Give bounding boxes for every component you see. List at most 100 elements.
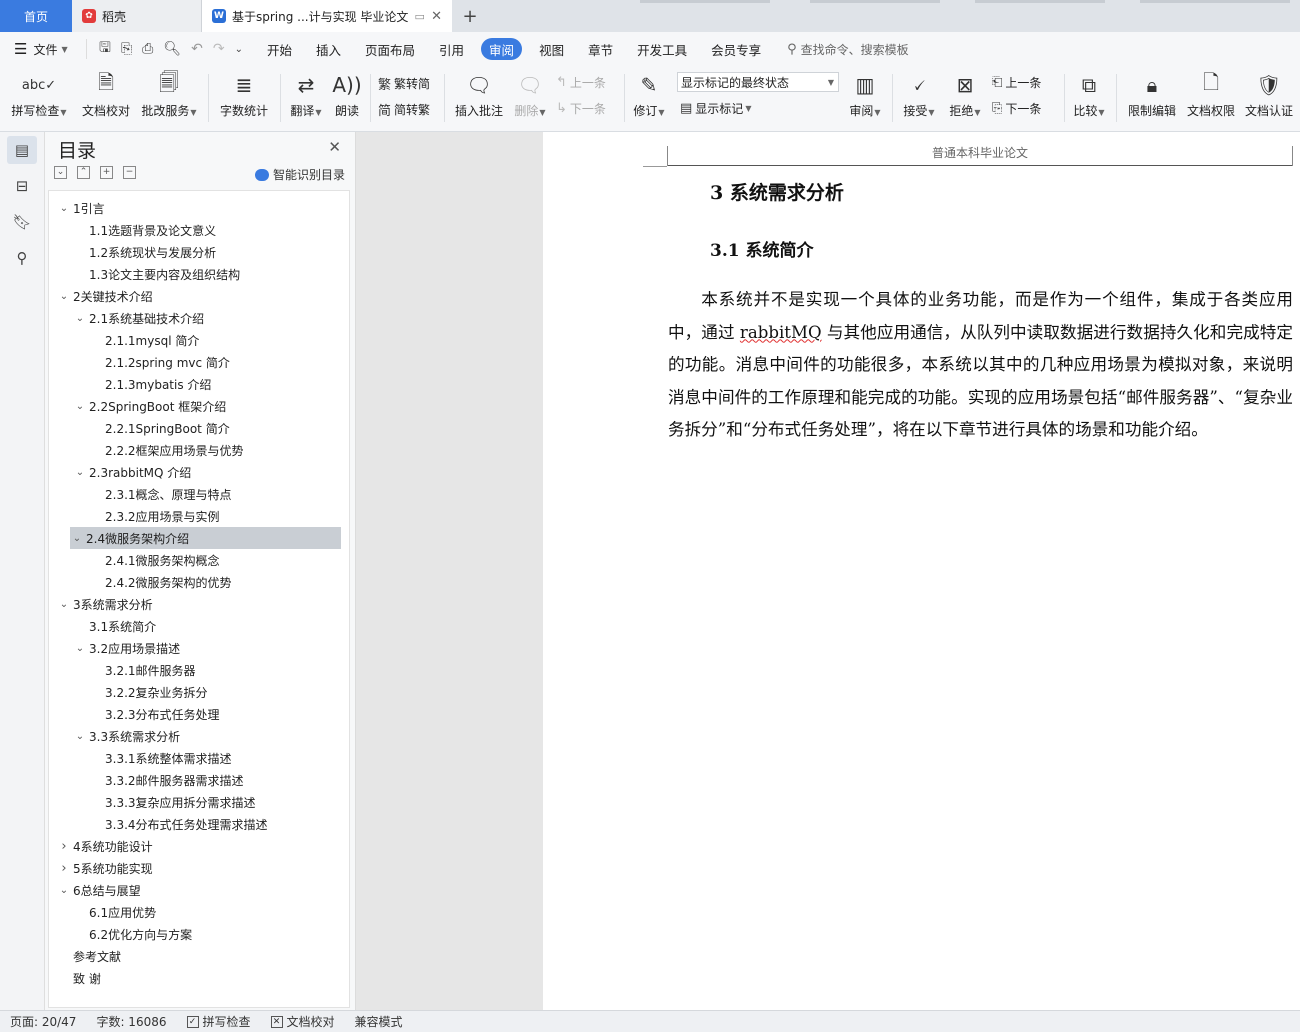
- chevron-down-icon[interactable]: ⌄: [73, 731, 87, 742]
- toc-item[interactable]: 致 谢: [57, 967, 101, 989]
- toc-item[interactable]: 3.1系统简介: [73, 615, 156, 637]
- toc-item[interactable]: ⌄ 6总结与展望: [57, 879, 141, 901]
- toc-pane-icon[interactable]: ▤: [7, 136, 37, 164]
- translate-button[interactable]: ⇄ 翻译▼: [286, 66, 326, 119]
- chapter-nav-icon[interactable]: ⊟: [7, 172, 37, 200]
- toc-item[interactable]: 1.1选题背景及论文意义: [73, 219, 216, 241]
- word-count-indicator[interactable]: 字数: 16086: [86, 1013, 176, 1030]
- toc-item[interactable]: 6.2优化方向与方案: [73, 923, 192, 945]
- chevron-down-icon[interactable]: ⌄: [73, 401, 87, 412]
- toc-item[interactable]: ⌄ 3.2应用场景描述: [73, 637, 180, 659]
- toc-item[interactable]: ⌄ 2关键技术介绍: [57, 285, 153, 307]
- chevron-right-icon[interactable]: ›: [57, 839, 71, 854]
- menu-tab-chapter[interactable]: 章节: [576, 38, 625, 60]
- close-tab-icon[interactable]: ✕: [431, 9, 442, 24]
- toc-item[interactable]: 1.2系统现状与发展分析: [73, 241, 216, 263]
- document-page[interactable]: 普通本科毕业论文 3 系统需求分析 3.1 系统简介 本系统并不是实现一个具体的…: [543, 132, 1300, 1010]
- chevron-down-icon[interactable]: ⌄: [57, 885, 71, 896]
- toc-item[interactable]: ⌄ 1引言: [57, 197, 105, 219]
- status-spell-check[interactable]: ✓ 拼写检查: [177, 1013, 261, 1030]
- next-change-button[interactable]: ⎘ 下一条: [992, 100, 1041, 117]
- spell-check-button[interactable]: abc✓ 拼写检查▼: [8, 66, 70, 119]
- export-icon[interactable]: ⎘: [121, 41, 132, 57]
- batch-service-button[interactable]: 🗐 批改服务▼: [138, 66, 200, 119]
- toc-item[interactable]: 3.3.3复杂应用拆分需求描述: [89, 791, 256, 813]
- read-aloud-button[interactable]: A)) 朗读: [330, 66, 364, 119]
- toc-item[interactable]: ⌄ 2.4微服务架构介绍: [70, 527, 341, 549]
- show-markup-button[interactable]: ▤ 显示标记 ▼: [680, 100, 751, 117]
- toc-item[interactable]: 2.4.2微服务架构的优势: [89, 571, 232, 593]
- chevron-down-icon[interactable]: ⌄: [73, 467, 87, 478]
- redo-icon[interactable]: ↷: [213, 41, 225, 57]
- chevron-down-icon[interactable]: ⌄: [73, 643, 87, 654]
- toc-item[interactable]: ⌄ 2.1系统基础技术介绍: [73, 307, 204, 329]
- save-icon[interactable]: 🖫: [99, 37, 111, 61]
- toc-item[interactable]: 2.1.2spring mvc 简介: [89, 351, 230, 373]
- page-indicator[interactable]: 页面: 20/47: [0, 1013, 86, 1030]
- toc-item[interactable]: ⌄ 3.3系统需求分析: [73, 725, 180, 747]
- toc-item[interactable]: 1.3论文主要内容及组织结构: [73, 263, 240, 285]
- chevron-down-icon[interactable]: ⌄: [73, 313, 87, 324]
- prev-comment-button[interactable]: ↰ 上一条: [556, 74, 606, 91]
- chevron-down-icon[interactable]: ⌄: [57, 291, 71, 302]
- next-comment-button[interactable]: ↳ 下一条: [556, 100, 606, 117]
- print-preview-icon[interactable]: 🔍︎: [163, 41, 181, 57]
- menu-tab-review[interactable]: 审阅: [481, 38, 523, 60]
- command-search[interactable]: ⚲ 查找命令、搜索模板: [787, 41, 909, 58]
- bookmark-icon[interactable]: 🔖︎: [7, 208, 37, 236]
- tab-document[interactable]: W 基于spring ...计与实现 毕业论文 ▭ ✕: [202, 0, 452, 32]
- spelling-flag[interactable]: rabbitMQ: [740, 323, 822, 342]
- compare-button[interactable]: ⧉ 比较▼: [1070, 66, 1108, 119]
- toc-item[interactable]: 3.3.4分布式任务处理需求描述: [89, 813, 268, 835]
- expand-up-icon[interactable]: ⌃: [77, 166, 90, 179]
- toc-item[interactable]: 2.2.1SpringBoot 简介: [89, 417, 230, 439]
- delete-comment-button[interactable]: 🗨 删除▼: [510, 66, 550, 119]
- new-tab-button[interactable]: +: [452, 0, 488, 32]
- insert-comment-button[interactable]: 🗨 插入批注: [452, 66, 506, 119]
- menu-tab-developer[interactable]: 开发工具: [625, 38, 699, 60]
- collapse-all-icon[interactable]: ⌄: [54, 166, 67, 179]
- toc-item[interactable]: 2.1.3mybatis 介绍: [89, 373, 211, 395]
- doc-proofread-button[interactable]: 🗎 文档校对: [78, 66, 134, 119]
- toc-item[interactable]: ⌄ 3系统需求分析: [57, 593, 153, 615]
- search-icon[interactable]: ⚲: [7, 244, 37, 272]
- markup-state-select[interactable]: 显示标记的最终状态 ▼: [677, 72, 839, 92]
- toc-item[interactable]: ⌄ 2.2SpringBoot 框架介绍: [73, 395, 226, 417]
- restrict-edit-button[interactable]: 🔒︎ 限制编辑: [1124, 66, 1180, 119]
- toc-item[interactable]: 2.4.1微服务架构概念: [89, 549, 220, 571]
- toc-item[interactable]: ⌄ 2.3rabbitMQ 介绍: [73, 461, 191, 483]
- toc-item[interactable]: 3.3.1系统整体需求描述: [89, 747, 232, 769]
- chevron-right-icon[interactable]: ›: [57, 861, 71, 876]
- toc-item[interactable]: › 5系统功能实现: [57, 857, 152, 879]
- menu-tab-insert[interactable]: 插入: [304, 38, 353, 60]
- doc-permission-button[interactable]: 🗋 文档权限: [1184, 66, 1238, 119]
- undo-icon[interactable]: ↶: [191, 41, 203, 57]
- doc-certify-button[interactable]: 🛡︎ 文档认证: [1242, 66, 1296, 119]
- menu-tab-member[interactable]: 会员专享: [699, 38, 773, 60]
- prev-change-button[interactable]: ⎗ 上一条: [992, 74, 1041, 91]
- smart-toc-button[interactable]: 智能识别目录: [254, 166, 345, 183]
- remove-heading-icon[interactable]: −: [123, 166, 136, 179]
- toc-item[interactable]: › 4系统功能设计: [57, 835, 152, 857]
- more-icon[interactable]: ⌄: [235, 44, 243, 55]
- menu-tab-references[interactable]: 引用: [427, 38, 476, 60]
- file-menu[interactable]: ☰ 文件 ▼: [0, 40, 86, 58]
- review-pane-button[interactable]: ▥ 审阅▼: [846, 66, 884, 119]
- toc-item[interactable]: 2.2.2框架应用场景与优势: [89, 439, 244, 461]
- close-icon[interactable]: ✕: [328, 138, 341, 156]
- menu-tab-layout[interactable]: 页面布局: [353, 38, 427, 60]
- menu-tab-start[interactable]: 开始: [255, 38, 304, 60]
- tab-home[interactable]: 首页: [0, 0, 72, 32]
- toc-item[interactable]: 2.1.1mysql 简介: [89, 329, 199, 351]
- toc-item[interactable]: 3.2.1邮件服务器: [89, 659, 196, 681]
- revise-button[interactable]: ✎ 修订▼: [630, 66, 668, 119]
- toc-item[interactable]: 2.3.2应用场景与实例: [89, 505, 220, 527]
- chevron-down-icon[interactable]: ⌄: [70, 533, 84, 544]
- chevron-down-icon[interactable]: ⌄: [57, 203, 71, 214]
- accept-button[interactable]: 🗸 接受▼: [900, 66, 938, 119]
- toc-item[interactable]: 6.1应用优势: [73, 901, 156, 923]
- add-heading-icon[interactable]: +: [100, 166, 113, 179]
- chevron-down-icon[interactable]: ⌄: [57, 599, 71, 610]
- print-icon[interactable]: ⎙: [142, 41, 153, 57]
- word-count-button[interactable]: ≣ 字数统计: [216, 66, 272, 119]
